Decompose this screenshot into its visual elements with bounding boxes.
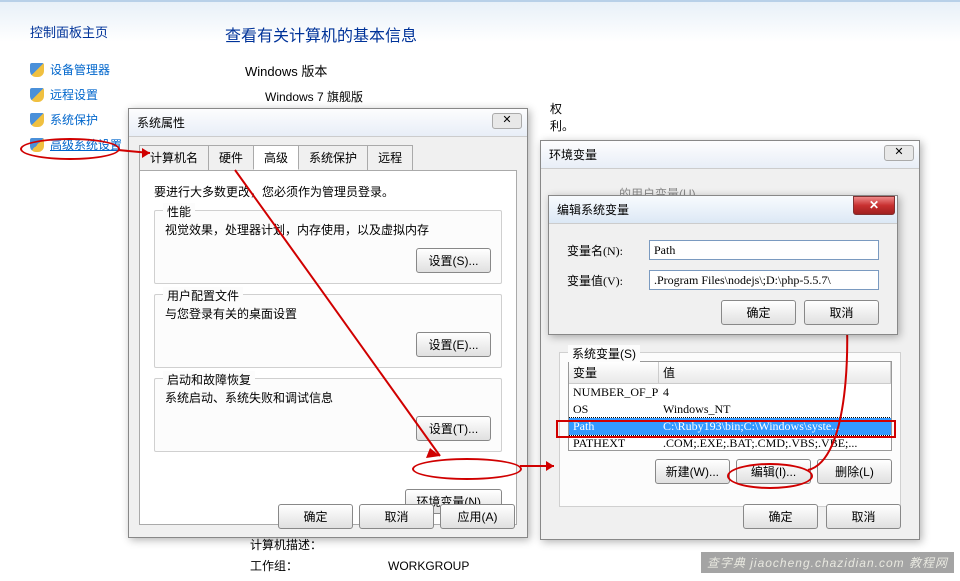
table-header: 变量 值 — [569, 362, 891, 384]
titlebar[interactable]: 编辑系统变量 ✕ — [549, 196, 897, 224]
sidebar-item-device-manager[interactable]: 设备管理器 — [30, 61, 210, 78]
sys-var-buttons: 新建(W)... 编辑(I)... 删除(L) — [568, 459, 892, 484]
table-row[interactable]: NUMBER_OF_PR...4 — [569, 384, 891, 401]
edit-variable-dialog: 编辑系统变量 ✕ 变量名(N): 变量值(V): 确定 取消 — [548, 195, 898, 335]
sidebar-title: 控制面板主页 — [30, 22, 210, 41]
table-row[interactable]: PATHEXT.COM;.EXE;.BAT;.CMD;.VBS;.VBE;... — [569, 435, 891, 451]
watermark: 查字典 jiaocheng.chazidian.com 教程网 — [701, 552, 954, 573]
close-icon[interactable]: ✕ — [492, 113, 522, 129]
shield-icon — [30, 88, 44, 102]
var-value-label: 变量值(V): — [567, 272, 649, 289]
edition-value: Windows 7 旗舰版 — [225, 88, 417, 105]
delete-button[interactable]: 删除(L) — [817, 459, 892, 484]
table-row-path[interactable]: PathC:\Ruby193\bin;C:\Windows\syste... — [569, 418, 891, 435]
table-row[interactable]: OSWindows_NT — [569, 401, 891, 418]
cancel-button[interactable]: 取消 — [359, 504, 434, 529]
ok-button[interactable]: 确定 — [721, 300, 796, 325]
tab-body: 要进行大多数更改，您必须作为管理员登录。 性能 视觉效果，处理器计划，内存使用，… — [139, 170, 517, 525]
startup-settings-button[interactable]: 设置(T)... — [416, 416, 491, 441]
tab-advanced[interactable]: 高级 — [253, 145, 299, 170]
page-title: 查看有关计算机的基本信息 — [225, 22, 417, 46]
system-properties-dialog: 系统属性 ✕ 计算机名 硬件 高级 系统保护 远程 要进行大多数更改，您必须作为… — [128, 108, 528, 538]
cancel-button[interactable]: 取消 — [826, 504, 901, 529]
titlebar[interactable]: 环境变量 ✕ — [541, 141, 919, 169]
dialog-title: 系统属性 — [137, 114, 185, 131]
perf-settings-button[interactable]: 设置(S)... — [416, 248, 491, 273]
tab-computer-name[interactable]: 计算机名 — [139, 145, 209, 170]
var-value-input[interactable] — [649, 270, 879, 290]
admin-note: 要进行大多数更改，您必须作为管理员登录。 — [154, 183, 502, 200]
edit-button[interactable]: 编辑(I)... — [736, 459, 811, 484]
bottom-info: 计算机描述： 工作组：WORKGROUP — [250, 536, 469, 574]
dialog-title: 编辑系统变量 — [557, 201, 629, 218]
tabstrip: 计算机名 硬件 高级 系统保护 远程 — [139, 145, 527, 170]
startup-group: 启动和故障恢复 系统启动、系统失败和调试信息 设置(T)... — [154, 378, 502, 452]
shield-icon — [30, 138, 44, 152]
system-vars-table[interactable]: 变量 值 NUMBER_OF_PR...4 OSWindows_NT PathC… — [568, 361, 892, 451]
userprofile-group: 用户配置文件 与您登录有关的桌面设置 设置(E)... — [154, 294, 502, 368]
tab-remote[interactable]: 远程 — [367, 145, 413, 170]
main-area: 查看有关计算机的基本信息 Windows 版本 Windows 7 旗舰版 权利… — [225, 22, 417, 105]
dialog-buttons: 确定 取消 应用(A) — [278, 504, 515, 529]
copyright-tail: 权利。 — [550, 100, 574, 134]
edition-label: Windows 版本 — [225, 61, 417, 80]
system-vars-title: 系统变量(S) — [568, 345, 640, 362]
tab-protection[interactable]: 系统保护 — [298, 145, 368, 170]
ok-button[interactable]: 确定 — [743, 504, 818, 529]
close-icon[interactable]: ✕ — [884, 145, 914, 161]
perf-group: 性能 视觉效果，处理器计划，内存使用，以及虚拟内存 设置(S)... — [154, 210, 502, 284]
ok-button[interactable]: 确定 — [278, 504, 353, 529]
tab-hardware[interactable]: 硬件 — [208, 145, 254, 170]
editvar-body: 变量名(N): 变量值(V): 确定 取消 — [549, 224, 897, 341]
var-name-label: 变量名(N): — [567, 242, 649, 259]
cancel-button[interactable]: 取消 — [804, 300, 879, 325]
var-name-input[interactable] — [649, 240, 879, 260]
shield-icon — [30, 63, 44, 77]
titlebar[interactable]: 系统属性 ✕ — [129, 109, 527, 137]
env-footer: 确定 取消 — [743, 504, 901, 529]
sidebar-item-remote[interactable]: 远程设置 — [30, 86, 210, 103]
shield-icon — [30, 113, 44, 127]
dialog-title: 环境变量 — [549, 146, 597, 163]
user-settings-button[interactable]: 设置(E)... — [416, 332, 491, 357]
apply-button[interactable]: 应用(A) — [440, 504, 515, 529]
system-vars-group: 系统变量(S) 变量 值 NUMBER_OF_PR...4 OSWindows_… — [559, 352, 901, 507]
new-button[interactable]: 新建(W)... — [655, 459, 730, 484]
close-icon[interactable]: ✕ — [853, 196, 895, 215]
